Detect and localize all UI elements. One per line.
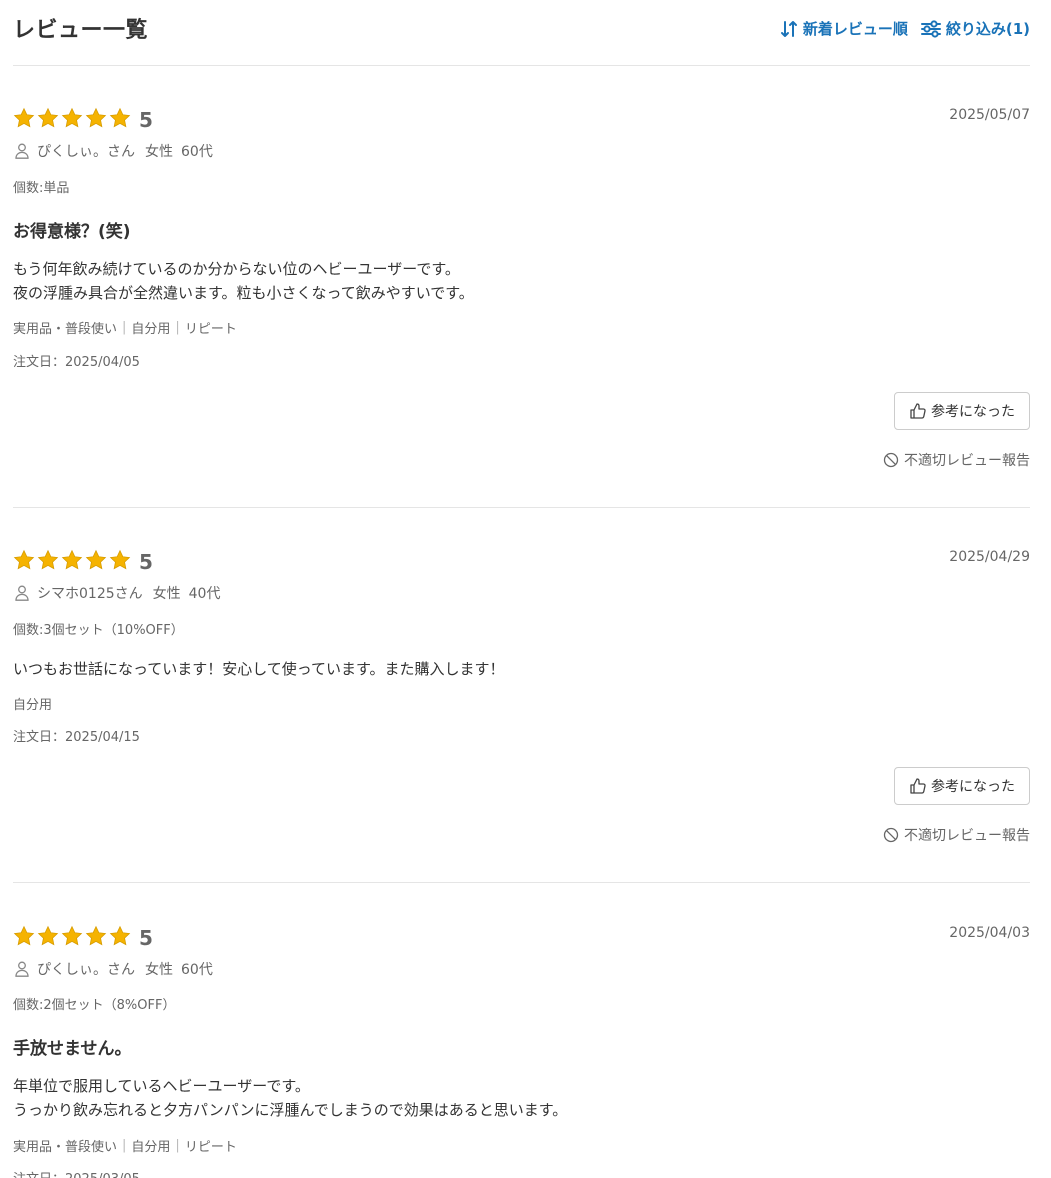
reviewer-name[interactable]: ぴくしぃ。さん xyxy=(37,141,135,161)
review-body: いつもお世話になっています！安心して使っています。また購入します！ xyxy=(13,657,505,681)
star-rating: 5 xyxy=(13,106,153,132)
star-icon xyxy=(37,925,59,946)
review-list-header: レビュー一覧 新着レビュー順 絞り込み(1) xyxy=(13,0,1030,66)
tag-divider: | xyxy=(175,320,180,335)
review-date: 2025/05/07 xyxy=(949,107,1030,123)
helpful-button[interactable]: 参考になった xyxy=(894,392,1030,430)
filter-icon xyxy=(920,19,941,38)
tag-divider: | xyxy=(122,1138,127,1153)
helpful-label: 参考になった xyxy=(931,404,1015,420)
star-icon xyxy=(37,107,59,128)
filter-label: 絞り込み(1) xyxy=(945,20,1030,38)
review-body-line: うっかり飲み忘れると夕方パンパンに浮腫んでしまうので効果はあると思います。 xyxy=(13,1101,568,1119)
review-item: 5 2025/05/07 ぴくしぃ。さん 女性 60代 個数:単品 お得意様？(… xyxy=(13,66,1030,508)
review-item: 5 2025/04/29 シマホ0125さん 女性 40代 個数:3個セット（1… xyxy=(13,508,1030,883)
reviewer-name[interactable]: ぴくしぃ。さん xyxy=(37,959,135,979)
review-tags: 実用品・普段使い | 自分用 | リピート xyxy=(13,1136,237,1155)
reviewer-gender: 女性 xyxy=(145,962,173,978)
user-icon xyxy=(15,143,29,159)
tag: リピート xyxy=(184,1140,237,1155)
star-icon xyxy=(37,549,59,570)
star-rating: 5 xyxy=(13,924,153,950)
review-date: 2025/04/29 xyxy=(949,549,1030,565)
report-link[interactable]: 不適切レビュー報告 xyxy=(883,825,1030,845)
reviewer-name[interactable]: シマホ0125さん xyxy=(37,583,143,603)
thumbs-up-icon xyxy=(910,403,926,419)
sort-icon xyxy=(780,20,797,37)
tag: 実用品・普段使い xyxy=(13,322,118,337)
star-icon xyxy=(85,107,107,128)
tag: 実用品・普段使い xyxy=(13,1140,118,1155)
rating-value: 5 xyxy=(139,108,153,132)
quantity: 個数:3個セット（10%OFF） xyxy=(13,623,184,638)
quantity: 個数:2個セット（8%OFF） xyxy=(13,998,176,1013)
star-icon xyxy=(85,925,107,946)
order-date: 注文日：2025/04/05 xyxy=(13,355,140,370)
sort-button[interactable]: 新着レビュー順 xyxy=(779,18,908,39)
star-icon xyxy=(61,925,83,946)
ban-icon xyxy=(883,452,899,468)
order-date: 注文日：2025/03/05 xyxy=(13,1168,140,1178)
star-icon xyxy=(13,925,35,946)
star-icon xyxy=(109,549,131,570)
star-icon xyxy=(109,925,131,946)
page-title: レビュー一覧 xyxy=(13,18,149,43)
tag: 自分用 xyxy=(131,1140,171,1155)
star-rating: 5 xyxy=(13,548,153,574)
star-icon xyxy=(13,107,35,128)
report-link[interactable]: 不適切レビュー報告 xyxy=(883,450,1030,470)
review-title: お得意様？(笑) xyxy=(13,222,131,242)
sort-label: 新着レビュー順 xyxy=(802,20,908,38)
user-icon xyxy=(15,585,29,601)
star-icon xyxy=(61,107,83,128)
reviewer-age: 40代 xyxy=(188,586,221,602)
review-title: 手放せません。 xyxy=(13,1039,132,1059)
tag-divider: | xyxy=(175,1138,180,1153)
review-body-line: もう何年飲み続けているのか分からない位のヘビーユーザーです。 xyxy=(13,260,460,278)
header-actions: 新着レビュー順 絞り込み(1) xyxy=(779,18,1030,39)
star-icon xyxy=(109,107,131,128)
filter-button[interactable]: 絞り込み(1) xyxy=(920,18,1030,39)
rating-value: 5 xyxy=(139,550,153,574)
thumbs-up-icon xyxy=(910,778,926,794)
star-icon xyxy=(13,549,35,570)
reviewer-age: 60代 xyxy=(181,962,213,978)
user-icon xyxy=(15,961,29,977)
tag-divider: | xyxy=(122,320,127,335)
report-label: 不適切レビュー報告 xyxy=(904,453,1030,469)
reviewer-age: 60代 xyxy=(181,144,213,160)
report-label: 不適切レビュー報告 xyxy=(904,828,1030,844)
ban-icon xyxy=(883,827,899,843)
reviewer-info: ぴくしぃ。さん 女性 60代 xyxy=(15,141,213,161)
review-body-line: 年単位で服用しているヘビーユーザーです。 xyxy=(13,1077,310,1095)
tag: 自分用 xyxy=(13,698,53,713)
star-icon xyxy=(61,549,83,570)
reviewer-info: シマホ0125さん 女性 40代 xyxy=(15,583,220,603)
review-body-line: 夜の浮腫み具合が全然違います。粒も小さくなって飲みやすいです。 xyxy=(13,284,474,302)
reviewer-info: ぴくしぃ。さん 女性 60代 xyxy=(15,959,213,979)
review-tags: 自分用 xyxy=(13,694,52,713)
review-body-line: いつもお世話になっています！安心して使っています。また購入します！ xyxy=(13,660,505,678)
reviewer-gender: 女性 xyxy=(152,586,181,602)
review-item: 5 2025/04/03 ぴくしぃ。さん 女性 60代 個数:2個セット（8%O… xyxy=(13,883,1030,1178)
order-date: 注文日：2025/04/15 xyxy=(13,730,140,745)
review-body: 年単位で服用しているヘビーユーザーです。 うっかり飲み忘れると夕方パンパンに浮腫… xyxy=(13,1074,567,1122)
reviewer-gender: 女性 xyxy=(145,144,173,160)
review-tags: 実用品・普段使い | 自分用 | リピート xyxy=(13,318,237,337)
star-icon xyxy=(85,549,107,570)
tag: 自分用 xyxy=(131,322,171,337)
review-date: 2025/04/03 xyxy=(949,925,1030,941)
tag: リピート xyxy=(184,322,237,337)
review-body: もう何年飲み続けているのか分からない位のヘビーユーザーです。 夜の浮腫み具合が全… xyxy=(13,257,474,305)
quantity: 個数:単品 xyxy=(13,181,70,196)
helpful-button[interactable]: 参考になった xyxy=(894,767,1030,805)
helpful-label: 参考になった xyxy=(931,779,1015,795)
rating-value: 5 xyxy=(139,926,153,950)
